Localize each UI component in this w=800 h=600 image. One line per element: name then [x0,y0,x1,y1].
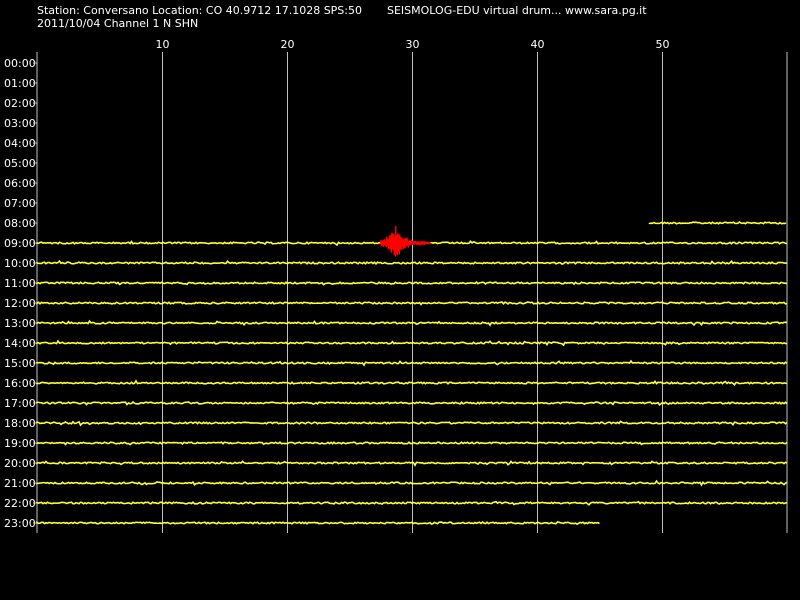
row-label-0600: 06:00 [4,177,36,190]
row-label-1600: 16:00 [4,377,36,390]
x-tick-label-30: 30 [406,38,420,51]
hour-row-labels: 00:00 01:00 02:00 03:00 04:00 05:00 06:00 07:00… [4,57,37,530]
row-label-2300: 23:00 [4,517,36,530]
seismogram-drum-chart: Station: Conversano Location: CO 40.9712… [4,4,788,533]
row-label-0700: 07:00 [4,197,36,210]
x-tick-label-40: 40 [531,38,545,51]
x-tick-labels: 10 20 30 40 50 [156,38,670,51]
row-label-1300: 13:00 [4,317,36,330]
row-label-1000: 10:00 [4,257,36,270]
row-label-1800: 18:00 [4,417,36,430]
row-label-2000: 20:00 [4,457,36,470]
row-label-1700: 17:00 [4,397,36,410]
station-info-text: Station: Conversano Location: CO 40.9712… [37,4,362,17]
row-label-0300: 03:00 [4,117,36,130]
earthquake-waveform [380,225,432,257]
row-label-0200: 02:00 [4,97,36,110]
header: Station: Conversano Location: CO 40.9712… [37,4,647,30]
row-label-0100: 01:00 [4,77,36,90]
x-tick-label-10: 10 [156,38,170,51]
row-label-1400: 14:00 [4,337,36,350]
row-label-1200: 12:00 [4,297,36,310]
row-label-2200: 22:00 [4,497,36,510]
row-label-0000: 00:00 [4,57,36,70]
trace-2300 [36,520,600,526]
row-label-0800: 08:00 [4,217,36,230]
app-title-text: SEISMOLOG-EDU virtual drum... www.sara.p… [387,4,647,17]
seismic-event [380,225,432,257]
row-label-1500: 15:00 [4,357,36,370]
row-label-1100: 11:00 [4,277,36,290]
vertical-gridlines [162,52,663,533]
row-label-1900: 19:00 [4,437,36,450]
trace-0800 [648,220,787,225]
date-channel-text: 2011/10/04 Channel 1 N SHN [37,17,198,30]
row-label-0900: 09:00 [4,237,36,250]
x-tick-label-20: 20 [281,38,295,51]
row-label-0400: 04:00 [4,137,36,150]
row-label-0500: 05:00 [4,157,36,170]
row-label-2100: 21:00 [4,477,36,490]
x-tick-label-50: 50 [656,38,670,51]
